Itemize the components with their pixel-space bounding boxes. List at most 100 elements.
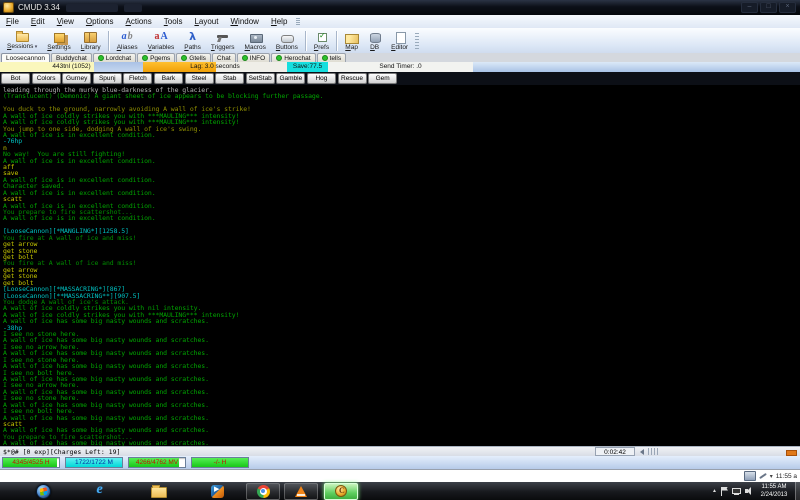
variables-icon <box>154 31 167 43</box>
command-bar: ▾ 11:55 a <box>0 469 800 482</box>
taskbar-clock[interactable]: 11:55 AM 2/24/2013 <box>756 483 792 499</box>
toolbar-grip <box>415 33 419 49</box>
session-tab-gtells[interactable]: Gtells <box>176 53 211 62</box>
splitter-grip[interactable] <box>648 448 658 455</box>
triggers-icon <box>216 31 229 43</box>
session-tab-pgems[interactable]: Pgems <box>137 53 175 62</box>
vlc-icon <box>295 486 307 497</box>
terminal-output: leading through the murky blue-darkness … <box>0 85 800 446</box>
toolbar-aliases-button[interactable]: Aliases <box>112 29 143 53</box>
status-bar: 443tnl (1052) Lag: 3.0 seconds Save:77.5… <box>0 62 800 72</box>
toolbar-triggers-button[interactable]: Triggers <box>206 29 240 53</box>
titlebar-ghost <box>66 4 118 12</box>
cmud-icon <box>335 485 347 497</box>
macro-button-colors[interactable]: Colors <box>32 73 61 84</box>
session-tab-info[interactable]: INFO <box>237 53 271 62</box>
action-center-flag-icon[interactable] <box>721 487 728 496</box>
chrome-icon <box>257 485 270 498</box>
macro-button-bark[interactable]: Bark <box>154 73 183 84</box>
speaker-icon[interactable] <box>745 487 754 495</box>
menu-item-help[interactable]: Help <box>265 16 293 28</box>
activity-dot-icon <box>181 55 187 61</box>
paths-icon <box>186 31 199 43</box>
toolbar-settings-button[interactable]: Settings <box>42 29 76 53</box>
toolbar-sessions-button[interactable]: Sessions <box>2 29 42 53</box>
macro-button-bot[interactable]: Bot <box>1 73 30 84</box>
chevron-down-icon[interactable]: ▾ <box>770 473 773 480</box>
menu-item-file[interactable]: File <box>0 16 25 28</box>
tnl-label: 443tnl (1052) <box>0 62 143 72</box>
activity-dot-icon <box>98 55 104 61</box>
macro-button-rescue[interactable]: Rescue <box>338 73 367 84</box>
maximize-button[interactable]: □ <box>760 2 777 13</box>
close-button[interactable]: × <box>779 2 796 13</box>
macro-button-spunj[interactable]: Spunj <box>93 73 122 84</box>
toolbar-prefs-button[interactable]: Prefs <box>309 29 334 53</box>
cmud-app-icon <box>3 2 14 13</box>
macro-button-gem[interactable]: Gem <box>368 73 397 84</box>
menu-item-actions[interactable]: Actions <box>120 16 158 28</box>
toolbar-divider <box>305 31 307 51</box>
activity-dot-icon <box>276 55 282 61</box>
connection-status-icon <box>744 471 756 481</box>
session-tab-chat[interactable]: Chat <box>212 53 236 62</box>
toolbar-variables-button[interactable]: Variables <box>143 29 180 53</box>
taskbar-chrome[interactable] <box>246 483 280 500</box>
session-tab-lordchat[interactable]: Lordchat <box>93 53 136 62</box>
status-bar-spacer <box>473 62 800 72</box>
minimize-button[interactable]: – <box>741 2 758 13</box>
toolbar-macros-button[interactable]: Macros <box>240 29 271 53</box>
library-icon <box>84 32 97 43</box>
menu-item-tools[interactable]: Tools <box>158 16 189 28</box>
session-timer: 0:02:42 <box>595 447 635 456</box>
gauge-4345-4525-h: 4345/4525 H <box>2 457 60 468</box>
macro-button-steel[interactable]: Steel <box>185 73 214 84</box>
toolbar-library-button[interactable]: Library <box>76 29 106 53</box>
toolbar-map-button[interactable]: Map <box>340 29 363 53</box>
session-tab-tells[interactable]: tells <box>317 53 347 62</box>
menu-item-options[interactable]: Options <box>80 16 120 28</box>
macro-button-row: BotColorsGurneySpunjFletchBarkSteelStabS… <box>0 72 800 85</box>
menu-item-window[interactable]: Window <box>224 16 264 28</box>
taskbar-start-button[interactable] <box>26 483 60 500</box>
window-title: CMUD 3.34 <box>18 3 60 12</box>
menu-item-layout[interactable]: Layout <box>188 16 224 28</box>
windows-start-icon <box>36 484 51 499</box>
notification-area: ▲ <box>712 482 754 500</box>
macro-button-setstab[interactable]: SetStab <box>246 73 275 84</box>
toolbar-editor-button[interactable]: Editor <box>386 29 413 53</box>
save-indicator: Save:77.5 <box>287 62 329 72</box>
toolbar-buttons-button[interactable]: Buttons <box>271 29 303 53</box>
scroll-left-icon[interactable] <box>640 449 644 455</box>
activity-dot-icon <box>322 55 328 61</box>
clock-time: 11:55 AM <box>756 483 792 491</box>
menu-item-edit[interactable]: Edit <box>25 16 51 28</box>
taskbar-internet-explorer[interactable] <box>84 483 118 500</box>
macro-button-gamble[interactable]: Gamble <box>276 73 305 84</box>
taskbar-windows-explorer[interactable] <box>142 483 176 500</box>
taskbar-vlc[interactable] <box>284 483 318 500</box>
activity-dot-icon <box>242 55 248 61</box>
taskbar-media-player[interactable] <box>200 483 234 500</box>
db-icon <box>368 31 381 43</box>
toolbar-divider <box>108 31 110 51</box>
network-icon[interactable] <box>732 487 741 495</box>
taskbar: ▲ 11:55 AM 2/24/2013 <box>0 482 800 500</box>
show-hidden-icons-icon[interactable]: ▲ <box>712 488 717 494</box>
client-clock: 11:55 a <box>776 473 797 480</box>
session-tab-loosecannon[interactable]: Loosecannon <box>1 53 50 62</box>
toolbar-db-button[interactable]: DB <box>363 29 386 53</box>
macro-button-stab[interactable]: Stab <box>215 73 244 84</box>
menu-item-view[interactable]: View <box>51 16 80 28</box>
session-tab-buddychat[interactable]: Buddychat <box>51 53 92 62</box>
macro-button-hog[interactable]: Hog <box>307 73 336 84</box>
mud-prompt: $*@# [0 exp][Charges Left: 19] <box>3 448 120 456</box>
show-desktop-button[interactable] <box>795 482 800 500</box>
toolbar-paths-button[interactable]: Paths <box>179 29 206 53</box>
taskbar-cmud[interactable] <box>324 483 358 500</box>
macro-button-fletch[interactable]: Fletch <box>123 73 152 84</box>
menu-grip <box>296 18 300 26</box>
macro-button-gurney[interactable]: Gurney <box>62 73 91 84</box>
session-tab-herochat[interactable]: Herochat <box>271 53 315 62</box>
prompt-bar: $*@# [0 exp][Charges Left: 19] 0:02:42 <box>0 446 800 456</box>
